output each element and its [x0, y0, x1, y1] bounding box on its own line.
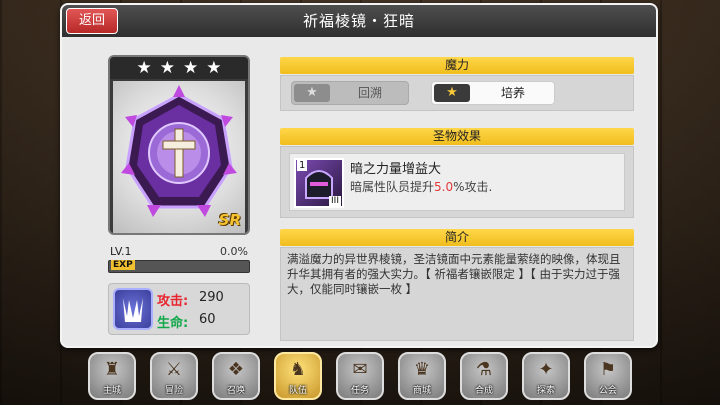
- effect-heading: 圣物效果: [280, 128, 634, 145]
- main-panel: 祈福棱镜・狂暗 返回 ★★★★ SR LV.1 0.0% EXP 攻击: 290…: [60, 3, 658, 348]
- nav-label: 合成: [474, 386, 493, 396]
- relic-art: SR: [113, 81, 245, 233]
- effect-section: 1 III 暗之力量增益大 暗属性队员提升5.0%攻击.: [280, 146, 634, 218]
- level-label: LV.1: [110, 245, 132, 258]
- relic-card: ★★★★ SR: [108, 55, 250, 235]
- level-percent: 0.0%: [220, 245, 248, 258]
- nav-item[interactable]: ✦ 探索: [522, 352, 570, 400]
- intro-text: 满溢魔力的异世界棱镜，圣洁镜面中元素能量萦绕的映像，体现且升华其拥有者的强大实力…: [287, 252, 621, 296]
- effect-entry: 1 III 暗之力量增益大 暗属性队员提升5.0%攻击.: [289, 153, 625, 211]
- effect-number: 1: [297, 160, 308, 171]
- swords-icon: ⚔: [165, 359, 183, 380]
- nav-label: 冒险: [164, 386, 183, 396]
- nav-label: 召唤: [226, 386, 245, 396]
- effect-description: 暗属性队员提升5.0%攻击.: [350, 178, 492, 195]
- nav-label: 公会: [598, 386, 617, 396]
- class-claw-icon: [113, 288, 153, 330]
- nav-label: 探索: [536, 386, 555, 396]
- attack-stat: 攻击: 290: [157, 290, 224, 309]
- magic-heading: 魔力: [280, 57, 634, 74]
- effect-desc-suffix: %攻击.: [453, 180, 493, 194]
- exp-label: EXP: [111, 260, 135, 270]
- nav-item[interactable]: ✉ 任务: [336, 352, 384, 400]
- shop-icon: ♛: [413, 359, 431, 380]
- nav-item[interactable]: ♞ 队伍: [274, 352, 322, 400]
- compass-icon: ✦: [538, 359, 554, 380]
- intro-section: 满溢魔力的异世界棱镜，圣洁镜面中元素能量萦绕的映像，体现且升华其拥有者的强大实力…: [280, 247, 634, 341]
- star-train-icon: ★: [434, 84, 470, 102]
- dark-helmet-icon: 1 III: [294, 158, 344, 208]
- scroll-icon: ✉: [352, 359, 368, 380]
- exp-bar: EXP: [108, 260, 250, 273]
- nav-label: 任务: [350, 386, 369, 396]
- retro-button[interactable]: ★ 回溯: [291, 81, 409, 105]
- nav-label: 队伍: [288, 386, 307, 396]
- attack-value: 290: [199, 290, 224, 305]
- back-button[interactable]: 返回: [66, 8, 118, 34]
- star-retro-icon: ★: [294, 84, 330, 102]
- guild-icon: ⚑: [599, 359, 617, 380]
- page-title: 祈福棱镜・狂暗: [302, 12, 415, 30]
- cards-icon: ❖: [227, 359, 245, 380]
- rarity-badge: SR: [218, 211, 241, 229]
- hp-stat: 生命: 60: [157, 312, 216, 331]
- star-rating: ★★★★: [110, 57, 248, 79]
- nav-label: 主城: [102, 386, 121, 396]
- effect-tier: III: [329, 196, 341, 206]
- nav-item[interactable]: ❖ 召唤: [212, 352, 260, 400]
- nav-label: 商城: [412, 386, 431, 396]
- nav-item[interactable]: ♛ 商城: [398, 352, 446, 400]
- nav-item[interactable]: ♜ 主城: [88, 352, 136, 400]
- effect-desc-prefix: 暗属性队员提升: [350, 180, 435, 194]
- bottom-nav: ♜ 主城 ⚔ 冒险 ❖ 召唤 ♞ 队伍 ✉ 任务 ♛ 商城 ⚗ 合成 ✦ 探索 ⚑ 公会: [0, 352, 720, 405]
- nav-item[interactable]: ⚗ 合成: [460, 352, 508, 400]
- magic-section: ★ 回溯 ★ 培养: [280, 75, 634, 111]
- hp-label: 生命:: [157, 316, 189, 331]
- intro-heading: 简介: [280, 229, 634, 246]
- retro-label: 回溯: [357, 86, 382, 100]
- level-row: LV.1 0.0%: [108, 245, 250, 261]
- nav-item[interactable]: ⚑ 公会: [584, 352, 632, 400]
- effect-desc-value: 5.0: [434, 180, 454, 194]
- castle-icon: ♜: [103, 359, 121, 380]
- nav-item[interactable]: ⚔ 冒险: [150, 352, 198, 400]
- hp-value: 60: [199, 312, 216, 327]
- helmet-icon: ♞: [289, 359, 307, 380]
- attack-label: 攻击:: [157, 294, 189, 309]
- effect-title: 暗之力量增益大: [350, 162, 442, 177]
- cauldron-icon: ⚗: [475, 359, 493, 380]
- train-button[interactable]: ★ 培养: [431, 81, 555, 105]
- train-label: 培养: [500, 86, 525, 100]
- stat-box: 攻击: 290 生命: 60: [108, 283, 250, 335]
